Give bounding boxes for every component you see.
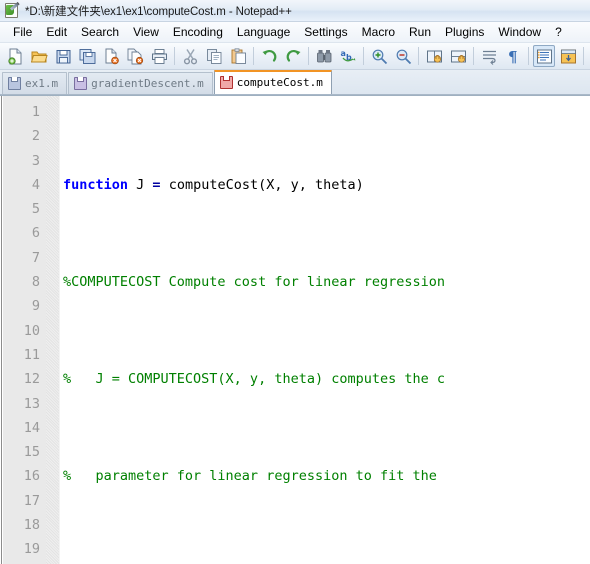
code-line-1: function J = computeCost(X, y, theta) xyxy=(63,176,364,193)
tab-label: ex1.m xyxy=(25,77,59,90)
line-number: 15 xyxy=(23,444,40,461)
menu-language[interactable]: Language xyxy=(230,23,297,42)
toolbar: a b ¶ xyxy=(0,43,590,70)
line-number: 18 xyxy=(23,517,40,534)
save-all-icon[interactable] xyxy=(76,45,98,67)
fold-margin[interactable] xyxy=(46,96,60,564)
toolbar-separator xyxy=(528,47,529,65)
file-modified-icon xyxy=(219,76,233,89)
paste-icon[interactable] xyxy=(227,45,249,67)
notepad-plus-plus-icon xyxy=(4,1,20,19)
replace-icon[interactable]: a b xyxy=(337,45,359,67)
cut-icon[interactable] xyxy=(179,45,201,67)
line-number: 8 xyxy=(31,274,40,291)
toolbar-separator xyxy=(473,47,474,65)
word-wrap-icon[interactable] xyxy=(478,45,500,67)
code-area[interactable]: function J = computeCost(X, y, theta) %C… xyxy=(60,96,590,564)
zoom-out-icon[interactable] xyxy=(392,45,414,67)
tab-label: computeCost.m xyxy=(236,76,323,89)
toolbar-separator xyxy=(363,47,364,65)
code-editor[interactable]: 1 2 3 4 5 6 7 8 9 10 11 12 13 14 15 16 1… xyxy=(0,95,590,564)
line-number: 9 xyxy=(31,298,40,315)
line-number: 11 xyxy=(23,346,40,363)
sync-vertical-scroll-icon[interactable] xyxy=(423,45,445,67)
menu-encoding[interactable]: Encoding xyxy=(166,23,230,42)
code-line-3: % J = COMPUTECOST(X, y, theta) computes … xyxy=(63,371,446,388)
menu-macro[interactable]: Macro xyxy=(355,23,402,42)
window-title: *D:\新建文件夹\ex1\ex1\computeCost.m - Notepa… xyxy=(25,5,292,18)
close-file-icon[interactable] xyxy=(100,45,122,67)
menu-plugins[interactable]: Plugins xyxy=(438,23,491,42)
line-number: 14 xyxy=(23,419,40,436)
line-number: 12 xyxy=(23,371,40,388)
tab-ex1[interactable]: ex1.m xyxy=(2,72,68,94)
sync-horizontal-scroll-icon[interactable] xyxy=(447,45,469,67)
line-number: 6 xyxy=(31,225,40,242)
indent-guide-icon[interactable] xyxy=(533,45,555,67)
file-save-icon xyxy=(74,77,88,90)
line-number: 2 xyxy=(31,128,40,145)
tab-bar: ex1.m gradientDescent.m computeCost.m xyxy=(0,70,590,95)
print-icon[interactable] xyxy=(148,45,170,67)
menu-help[interactable]: ? xyxy=(548,23,569,42)
function-list-icon[interactable] xyxy=(557,45,579,67)
menu-file[interactable]: File xyxy=(6,23,39,42)
menu-run[interactable]: Run xyxy=(402,23,438,42)
close-all-files-icon[interactable] xyxy=(124,45,146,67)
line-number: 10 xyxy=(23,322,40,339)
line-number-gutter: 1 2 3 4 5 6 7 8 9 10 11 12 13 14 15 16 1… xyxy=(3,96,46,564)
code-line-2: %COMPUTECOST Compute cost for linear reg… xyxy=(63,274,446,291)
notepad-plus-plus-window: *D:\新建文件夹\ex1\ex1\computeCost.m - Notepa… xyxy=(0,0,590,564)
menu-edit[interactable]: Edit xyxy=(39,23,74,42)
menu-settings[interactable]: Settings xyxy=(297,23,354,42)
line-number: 1 xyxy=(31,104,40,120)
toolbar-separator xyxy=(583,47,584,65)
title-bar: *D:\新建文件夹\ex1\ex1\computeCost.m - Notepa… xyxy=(0,0,590,22)
menu-search[interactable]: Search xyxy=(74,23,126,42)
toolbar-separator xyxy=(174,47,175,65)
toolbar-separator xyxy=(418,47,419,65)
menu-window[interactable]: Window xyxy=(491,23,548,42)
undo-icon[interactable] xyxy=(258,45,280,67)
tab-compute-cost[interactable]: computeCost.m xyxy=(213,70,332,94)
line-number: 17 xyxy=(23,492,40,509)
menu-bar: File Edit Search View Encoding Language … xyxy=(0,22,590,43)
open-file-icon[interactable] xyxy=(28,45,50,67)
file-save-icon xyxy=(8,77,21,90)
tab-label: gradientDescent.m xyxy=(91,77,204,90)
redo-icon[interactable] xyxy=(282,45,304,67)
zoom-in-icon[interactable] xyxy=(368,45,390,67)
new-file-icon[interactable] xyxy=(4,45,26,67)
line-number: 4 xyxy=(31,176,40,193)
tab-gradient-descent[interactable]: gradientDescent.m xyxy=(68,72,213,94)
menu-view[interactable]: View xyxy=(126,23,166,42)
svg-text:¶: ¶ xyxy=(508,48,518,65)
line-number: 19 xyxy=(23,541,40,558)
show-all-characters-icon[interactable]: ¶ xyxy=(502,45,524,67)
line-number: 7 xyxy=(31,249,40,266)
find-icon[interactable] xyxy=(313,45,335,67)
line-number: 16 xyxy=(23,468,40,485)
save-icon[interactable] xyxy=(52,45,74,67)
toolbar-separator xyxy=(308,47,309,65)
line-number: 3 xyxy=(31,152,40,169)
code-line-4: % parameter for linear regression to fit… xyxy=(63,468,437,485)
copy-icon[interactable] xyxy=(203,45,225,67)
toolbar-separator xyxy=(253,47,254,65)
line-number: 13 xyxy=(23,395,40,412)
line-number: 5 xyxy=(31,201,40,218)
